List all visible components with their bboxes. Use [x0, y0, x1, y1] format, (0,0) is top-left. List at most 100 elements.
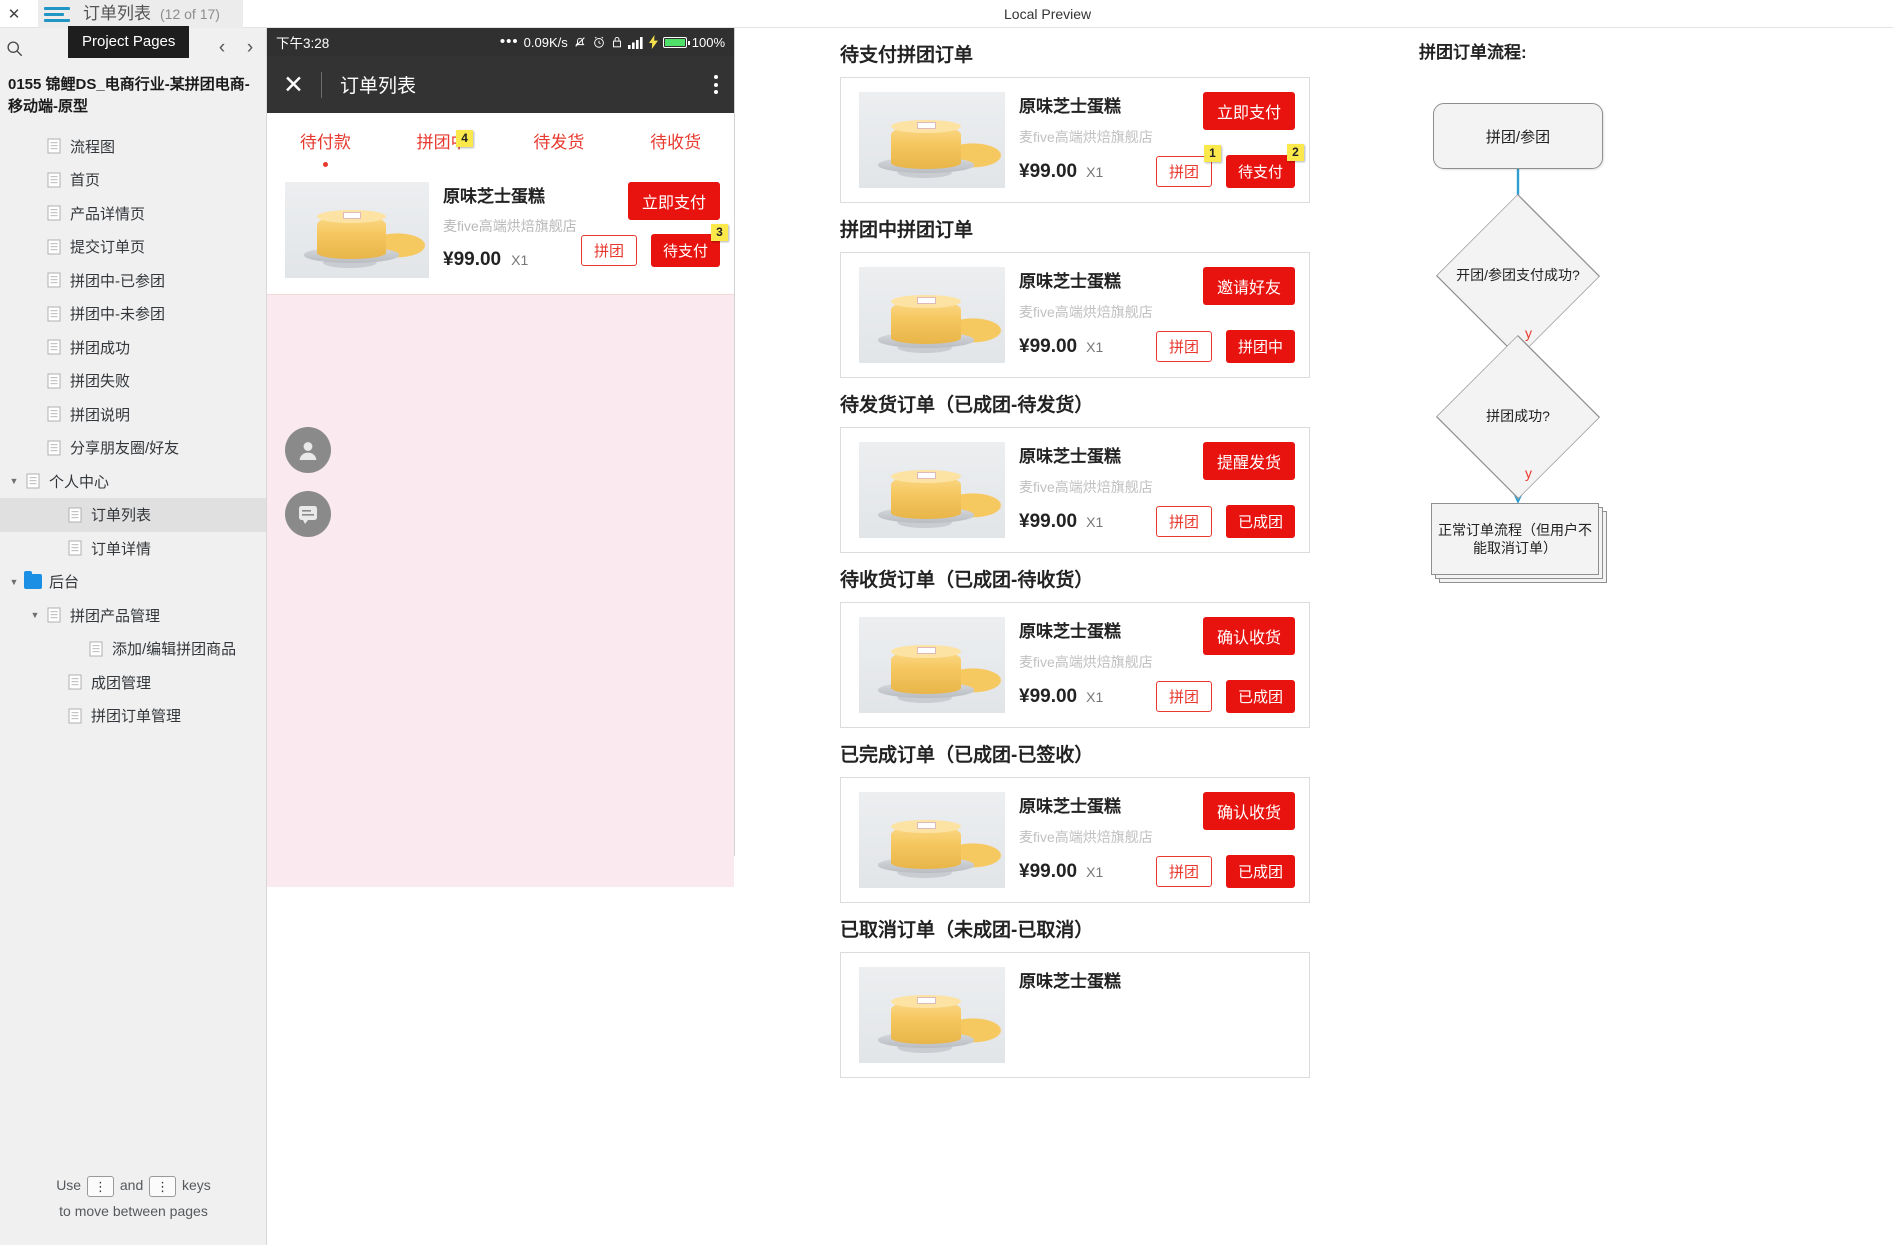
sidebar-item-4[interactable]: 拼团中-已参团 — [0, 264, 266, 298]
product-image — [859, 442, 1005, 538]
product-image — [859, 92, 1005, 188]
tab-1[interactable]: 拼团中 4 — [384, 128, 501, 153]
sidebar-item-15[interactable]: 添加/编辑拼团商品 — [0, 632, 266, 666]
order-status-button[interactable]: 待支付 — [1225, 155, 1295, 188]
primary-action-button[interactable]: 立即支付 — [1202, 92, 1295, 130]
preview-window-title: Local Preview — [1004, 6, 1092, 22]
user-avatar-icon[interactable] — [285, 427, 331, 473]
battery-percent: 100% — [691, 34, 725, 50]
group-buy-tag[interactable]: 拼团 — [1155, 856, 1212, 887]
search-icon[interactable] — [2, 36, 26, 60]
order-status-tabs: 待付款 拼团中 4 待发货 待收货 — [267, 113, 734, 168]
order-status-button[interactable]: 已成团 — [1225, 855, 1295, 888]
flowchart-panel: 拼团订单流程: 拼团/参团 开团/参团支付成功? y 拼团成功? y 正常订单流… — [1395, 28, 1893, 1245]
next-page-button[interactable]: › — [238, 35, 262, 61]
hint-text-post: keys — [182, 1176, 211, 1193]
sidebar-item-13[interactable]: ▼ 后台 — [0, 565, 266, 599]
chevron-down-icon[interactable]: ▼ — [25, 610, 45, 620]
signal-icon — [627, 36, 644, 49]
primary-action-button[interactable]: 确认收货 — [1202, 792, 1295, 830]
flowchart-title: 拼团订单流程: — [1419, 43, 1527, 62]
sidebar-item-label: 添加/编辑拼团商品 — [112, 641, 237, 659]
sidebar-item-1[interactable]: 首页 — [0, 163, 266, 197]
sidebar-item-label: 首页 — [70, 172, 101, 190]
tab-2[interactable]: 待发货 — [501, 128, 618, 153]
sidebar-item-label: 拼团成功 — [70, 339, 131, 357]
sidebar-item-10[interactable]: ▼ 个人中心 — [0, 465, 266, 499]
sidebar-item-7[interactable]: 拼团失败 — [0, 364, 266, 398]
page-icon — [45, 606, 63, 624]
page-icon — [66, 673, 84, 691]
prev-page-button[interactable]: ‹ — [210, 35, 234, 61]
order-actions: 提醒发货拼团 已成团 — [1095, 442, 1295, 538]
sidebar-item-label: 拼团说明 — [70, 406, 131, 424]
tab-label: 待发货 — [533, 133, 585, 152]
window-close-button[interactable]: ✕ — [0, 0, 28, 28]
flow-decision-payment-label: 开团/参团支付成功? — [1456, 267, 1580, 284]
sidebar-item-6[interactable]: 拼团成功 — [0, 331, 266, 365]
primary-action-button[interactable]: 邀请好友 — [1202, 267, 1295, 305]
sidebar-item-8[interactable]: 拼团说明 — [0, 398, 266, 432]
more-vertical-icon[interactable] — [714, 75, 718, 94]
flow-node-end-label: 正常订单流程（但用户不能取消订单） — [1431, 503, 1599, 575]
project-pages-sidebar: ‹ › 0155 锦鲤DS_电商行业-某拼团电商-移动端-原型 流程图 首页 产品详… — [0, 28, 267, 1245]
page-icon — [45, 439, 63, 457]
product-price: ¥99.00 — [1019, 511, 1078, 532]
flow-decision-payment: 开团/参团支付成功? — [1430, 193, 1606, 359]
app-root: ✕ 订单列表 (12 of 17) Local Preview Project … — [0, 0, 1893, 1245]
sidebar-item-16[interactable]: 成团管理 — [0, 666, 266, 700]
sidebar-item-label: 拼团中-已参团 — [70, 272, 165, 290]
folder-icon — [24, 571, 42, 590]
tab-0[interactable]: 待付款 — [267, 128, 384, 167]
sidebar-item-label: 订单详情 — [91, 540, 152, 558]
phone-order-card: 原味芝士蛋糕 麦five高端烘焙旗舰店 ¥99.00 X1 立即支付 拼团 待支… — [267, 168, 734, 295]
key-next: ⋮ — [149, 1175, 177, 1197]
annotation-badge[interactable]: 2 — [1287, 144, 1304, 161]
chevron-down-icon[interactable]: ▼ — [4, 577, 24, 587]
comment-icon[interactable] — [285, 491, 331, 537]
page-icon — [24, 472, 42, 490]
primary-action-button[interactable]: 确认收货 — [1202, 617, 1295, 655]
phone-status-bar: 下午3:28 ••• 0.09K/s 100% — [267, 28, 734, 56]
flow-decision-group-label: 拼团成功? — [1486, 408, 1550, 425]
product-price: ¥99.00 — [1019, 336, 1078, 357]
sidebar-item-3[interactable]: 提交订单页 — [0, 230, 266, 264]
order-status-button[interactable]: 已成团 — [1225, 505, 1295, 538]
project-pages-menu-icon[interactable] — [44, 4, 70, 24]
order-status-button[interactable]: 待支付 — [650, 234, 720, 267]
annotation-badge[interactable]: 3 — [711, 224, 728, 241]
product-price: ¥99.00 — [1019, 861, 1078, 882]
sidebar-item-12[interactable]: 订单详情 — [0, 532, 266, 566]
tab-label: 待付款 — [299, 133, 351, 152]
app-close-icon[interactable]: ✕ — [283, 70, 317, 100]
group-buy-tag[interactable]: 拼团 — [1155, 331, 1212, 362]
group-buy-tag[interactable]: 拼团 — [1155, 506, 1212, 537]
pay-now-button[interactable]: 立即支付 — [627, 182, 720, 220]
flow-yes-label-2: y — [1525, 465, 1532, 481]
group-buy-tag[interactable]: 拼团 — [580, 235, 637, 266]
tab-3[interactable]: 待收货 — [617, 128, 734, 153]
sidebar-item-11[interactable]: 订单列表 — [0, 498, 266, 532]
chevron-down-icon[interactable]: ▼ — [4, 476, 24, 486]
sidebar-item-label: 后台 — [49, 574, 80, 592]
group-buy-tag[interactable]: 拼团 — [1155, 681, 1212, 712]
sidebar-item-5[interactable]: 拼团中-未参团 — [0, 297, 266, 331]
page-icon — [45, 171, 63, 189]
sidebar-item-9[interactable]: 分享朋友圈/好友 — [0, 431, 266, 465]
page-icon — [45, 405, 63, 423]
order-status-button[interactable]: 拼团中 — [1225, 330, 1295, 363]
flow-yes-label-1: y — [1525, 325, 1532, 341]
annotation-badge[interactable]: 1 — [1203, 145, 1221, 162]
order-status-button[interactable]: 已成团 — [1225, 680, 1295, 713]
annotation-badge[interactable]: 4 — [456, 130, 474, 147]
sidebar-item-2[interactable]: 产品详情页 — [0, 197, 266, 231]
sidebar-item-14[interactable]: ▼ 拼团产品管理 — [0, 599, 266, 633]
page-icon — [45, 305, 63, 323]
flowchart-canvas: 拼团/参团 开团/参团支付成功? y 拼团成功? y 正常订单流程（但用户不能取… — [1403, 73, 1733, 593]
sidebar-item-17[interactable]: 拼团订单管理 — [0, 699, 266, 733]
sidebar-item-label: 拼团产品管理 — [70, 607, 161, 625]
sidebar-item-label: 订单列表 — [91, 507, 152, 525]
primary-action-button[interactable]: 提醒发货 — [1202, 442, 1295, 480]
sidebar-item-label: 个人中心 — [49, 473, 110, 491]
sidebar-item-0[interactable]: 流程图 — [0, 130, 266, 164]
